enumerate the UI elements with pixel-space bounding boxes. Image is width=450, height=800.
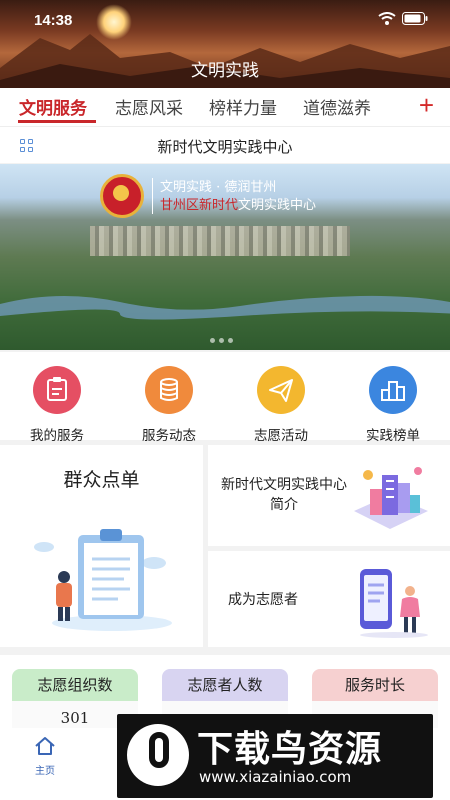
banner-line2: 甘州区新时代文明实践中心 [160, 194, 316, 213]
status-icons [378, 12, 428, 25]
logo-icon [100, 174, 144, 218]
stat-label: 服务时长 [312, 669, 438, 701]
stat-label: 志愿者人数 [162, 669, 288, 701]
banner-line1: 文明实践 · 德润甘州 [160, 180, 277, 195]
action-label: 服务动态 [142, 428, 196, 444]
clipboard-illustration [34, 529, 172, 631]
page-title: 文明实践 [191, 61, 259, 81]
coins-icon [145, 366, 193, 414]
tab-zhiyuan-fengcai[interactable]: 志愿风采 [115, 94, 183, 119]
action-label: 实践榜单 [366, 428, 420, 444]
feature-cards: 群众点单 新时代文明实践中心简介 成为志愿者 [0, 445, 450, 647]
status-time: 14:38 [34, 12, 73, 29]
action-label: 我的服务 [30, 428, 84, 444]
center-header: 新时代文明实践中心 [0, 127, 450, 163]
quick-actions: 我的服务 服务动态 志愿活动 实践榜单 [0, 352, 450, 444]
bird-logo-icon [127, 724, 189, 786]
watermark-overlay: 下载鸟资源 www.xiazainiao.com [117, 714, 433, 798]
card-title: 新时代文明实践中心简介 [221, 477, 347, 513]
carousel-dots [210, 338, 233, 343]
card-public-order[interactable]: 群众点单 [0, 445, 203, 647]
home-icon [35, 737, 55, 755]
banner-divider [152, 178, 153, 214]
watermark-url: www.xiazainiao.com [199, 768, 352, 786]
action-volunteer-activity[interactable]: 志愿活动 [231, 366, 331, 444]
tab-bangyang-liliang[interactable]: 榜样力量 [209, 94, 277, 119]
paper-plane-icon [257, 366, 305, 414]
category-tabs: 文明服务 志愿风采 榜样力量 道德滋养 + [0, 88, 450, 127]
header-banner: 14:38 文明实践 [0, 0, 450, 88]
tab-wenming-fuwu[interactable]: 文明服务 [19, 94, 87, 119]
card-become-volunteer[interactable]: 成为志愿者 [208, 551, 450, 647]
add-tab-button[interactable]: + [419, 90, 434, 120]
podium-icon [369, 366, 417, 414]
action-service-news[interactable]: 服务动态 [119, 366, 219, 444]
tab-daode-ziyang[interactable]: 道德滋养 [303, 94, 371, 119]
action-practice-ranking[interactable]: 实践榜单 [343, 366, 443, 444]
banner-line2-rest: 文明实践中心 [238, 198, 317, 213]
city-illustration [354, 467, 428, 529]
city-graphic [90, 226, 350, 256]
center-title: 新时代文明实践中心 [157, 138, 293, 156]
stat-label: 志愿组织数 [12, 669, 138, 701]
river-graphic [0, 295, 450, 320]
wifi-icon [378, 12, 396, 25]
clipboard-icon [33, 366, 81, 414]
active-tab-indicator [18, 120, 96, 123]
nav-label: 主页 [35, 766, 55, 777]
watermark-title: 下载鸟资源 [197, 729, 383, 770]
action-my-service[interactable]: 我的服务 [7, 366, 107, 444]
banner-line2-highlight: 甘州区新时代 [160, 198, 239, 213]
card-title: 成为志愿者 [228, 592, 298, 608]
phone-illustration [360, 569, 428, 638]
card-title: 群众点单 [63, 469, 140, 491]
nav-home[interactable]: 主页 [30, 736, 60, 777]
action-label: 志愿活动 [254, 428, 308, 444]
card-center-intro[interactable]: 新时代文明实践中心简介 [208, 445, 450, 546]
carousel-banner[interactable]: 文明实践 · 德润甘州 甘州区新时代文明实践中心 [0, 164, 450, 350]
battery-icon [402, 12, 428, 25]
